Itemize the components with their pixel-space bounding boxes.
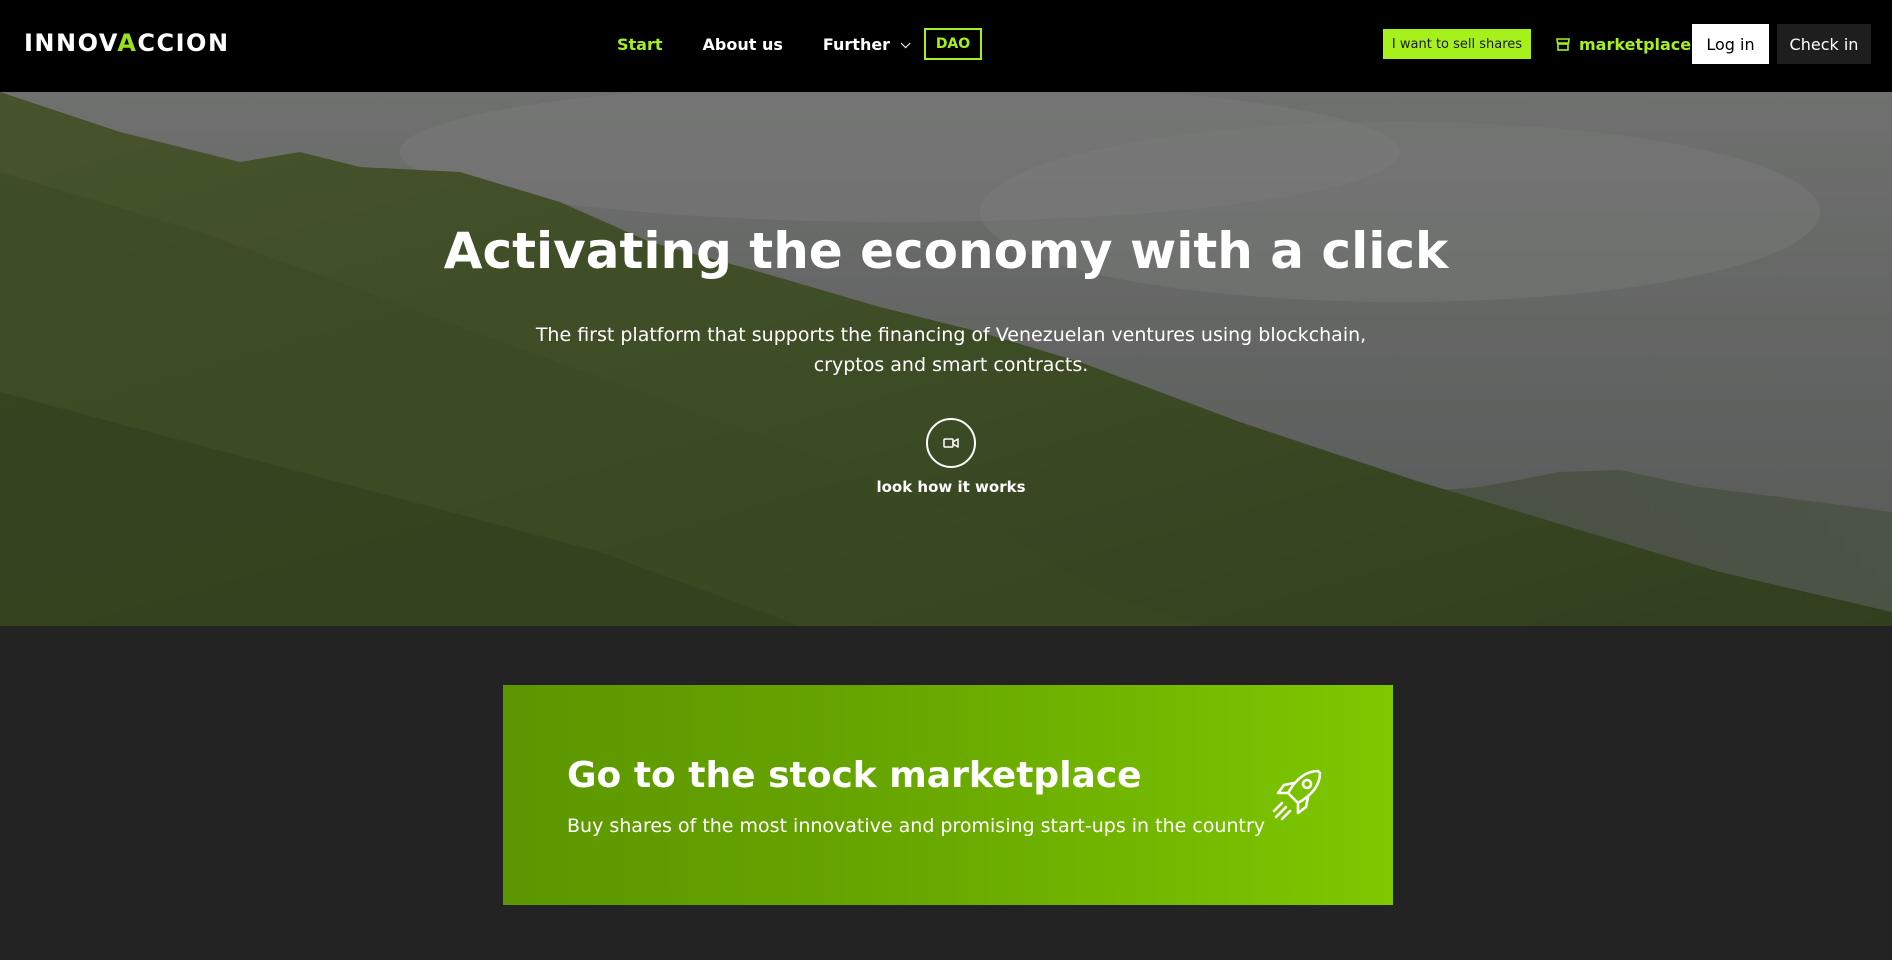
store-icon — [1556, 37, 1570, 51]
chevron-down-icon — [900, 37, 911, 48]
marketplace-label: marketplace — [1579, 34, 1692, 54]
video-camera-icon — [943, 438, 959, 448]
cta-subtitle: Buy shares of the most innovative and pr… — [567, 815, 1265, 837]
login-button[interactable]: Log in — [1692, 24, 1769, 64]
cta-title: Go to the stock marketplace — [567, 755, 1142, 796]
nav-further-label: Further — [822, 35, 891, 54]
nav-start[interactable]: Start — [617, 30, 663, 60]
checkin-button[interactable]: Check in — [1777, 24, 1871, 64]
sell-shares-button[interactable]: I want to sell shares — [1383, 29, 1531, 59]
stock-marketplace-card[interactable]: Go to the stock marketplace Buy shares o… — [503, 685, 1393, 905]
rocket-icon — [1272, 769, 1322, 821]
main-nav: Start About us Further — [617, 30, 947, 60]
hero-subtitle: The first platform that supports the fin… — [535, 324, 1367, 376]
hero-title: Activating the economy with a click — [443, 222, 1449, 280]
look-how-it-works-link[interactable]: look how it works — [0, 478, 1892, 496]
watch-video-button[interactable] — [926, 418, 976, 468]
top-navbar: INNOVACCION Start About us Further DAO I… — [0, 0, 1892, 92]
marketplace-link[interactable]: marketplace — [1556, 29, 1691, 59]
nav-further-dropdown[interactable]: Further — [822, 30, 911, 60]
dao-button[interactable]: DAO — [924, 28, 982, 60]
logo-text: INNOVACCION — [24, 29, 230, 57]
nav-about-us[interactable]: About us — [703, 30, 783, 60]
hero-section: Activating the economy with a click The … — [0, 92, 1892, 626]
innovaccion-logo[interactable]: INNOVACCION — [24, 30, 230, 56]
